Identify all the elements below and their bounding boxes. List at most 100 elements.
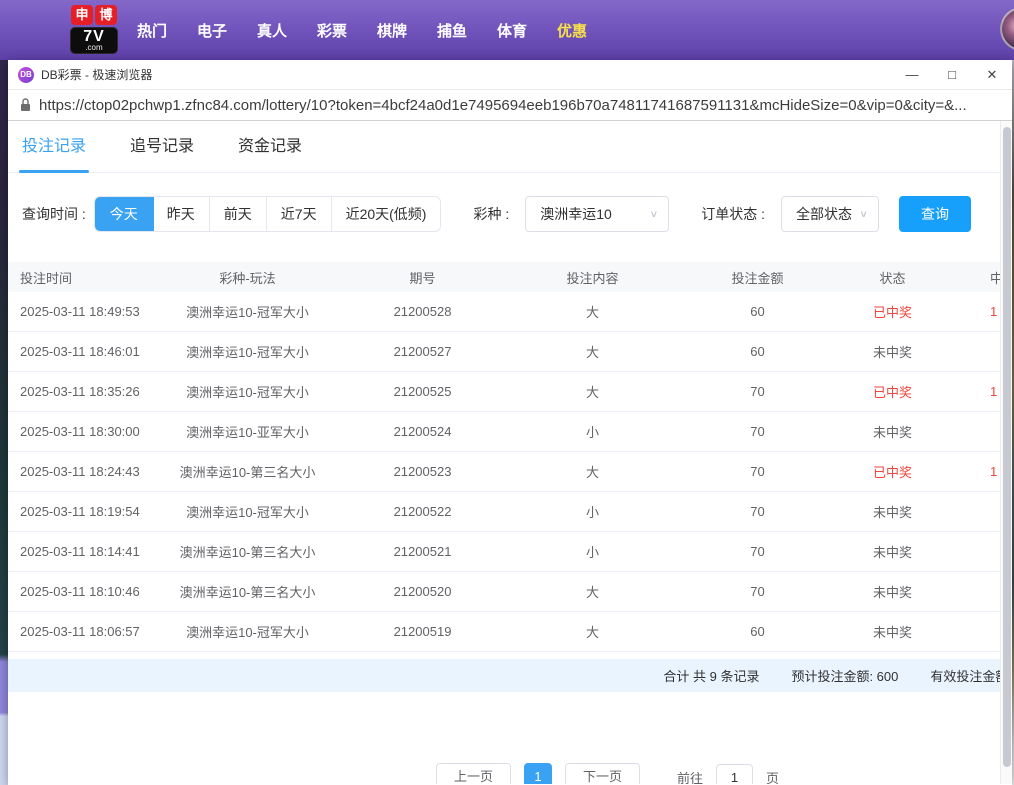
table-cell: 70 xyxy=(675,384,840,399)
table-cell: 已中奖 xyxy=(840,302,945,321)
top-nav: 热门 电子 真人 彩票 棋牌 捕鱼 体育 优惠 xyxy=(137,0,587,60)
table-cell: 小 xyxy=(510,542,675,561)
nav-item-捕鱼[interactable]: 捕鱼 xyxy=(437,20,467,41)
url-text: https://ctop02pchwp1.zfnc84.com/lottery/… xyxy=(39,97,1000,114)
table-cell: 澳洲幸运10-第三名大小 xyxy=(160,582,335,601)
table-cell: 未中奖 xyxy=(840,542,945,561)
lottery-select[interactable]: 澳洲幸运10 ∨ xyxy=(525,196,669,232)
filter-bar: 查询时间 : 今天昨天前天近7天近20天(低频) 彩种 : 澳洲幸运10 ∨ 订… xyxy=(22,196,1012,232)
nav-item-体育[interactable]: 体育 xyxy=(497,20,527,41)
tab-追号记录[interactable]: 追号记录 xyxy=(130,121,194,173)
browser-window: DB DB彩票 - 极速浏览器 — □ ✕ https://ctop02pchw… xyxy=(8,60,1012,785)
order-status-value: 全部状态 xyxy=(796,204,852,224)
tab-资金记录[interactable]: 资金记录 xyxy=(238,121,302,173)
column-header: 投注时间 xyxy=(8,268,160,287)
close-button[interactable]: ✕ xyxy=(984,67,1000,83)
tab-投注记录[interactable]: 投注记录 xyxy=(22,121,86,173)
table-cell: 2025-03-11 18:19:54 xyxy=(8,504,160,519)
table-cell: 小 xyxy=(510,422,675,441)
table-cell: 未中奖 xyxy=(840,422,945,441)
time-filter-label: 查询时间 : xyxy=(22,204,86,224)
bet-records-table: 投注时间彩种-玩法期号投注内容投注金额状态中奖金额 2025-03-11 18:… xyxy=(8,262,1012,652)
query-button[interactable]: 查询 xyxy=(899,196,971,232)
nav-item-优惠[interactable]: 优惠 xyxy=(557,20,587,41)
table-row: 2025-03-11 18:24:43澳洲幸运10-第三名大小21200523大… xyxy=(8,452,1012,492)
table-cell: 2025-03-11 18:10:46 xyxy=(8,584,160,599)
nav-item-棋牌[interactable]: 棋牌 xyxy=(377,20,407,41)
table-cell: 大 xyxy=(510,622,675,641)
next-page-button[interactable]: 下一页 xyxy=(565,763,640,784)
table-cell: 21200528 xyxy=(335,304,510,319)
background-page-left-edge xyxy=(0,60,8,785)
table-cell: 2025-03-11 18:49:53 xyxy=(8,304,160,319)
prev-page-button[interactable]: 上一页 xyxy=(436,763,511,784)
lottery-select-value: 澳洲幸运10 xyxy=(540,204,612,224)
vertical-scrollbar[interactable] xyxy=(1000,121,1012,784)
nav-item-热门[interactable]: 热门 xyxy=(137,20,167,41)
logo-char-1: 申 xyxy=(71,5,93,25)
column-header: 期号 xyxy=(335,268,510,287)
window-favicon: DB xyxy=(18,67,34,83)
table-cell: 澳洲幸运10-冠军大小 xyxy=(160,502,335,521)
table-cell: 70 xyxy=(675,544,840,559)
table-cell: 21200519 xyxy=(335,624,510,639)
current-page-button[interactable]: 1 xyxy=(524,763,552,784)
table-cell: 70 xyxy=(675,504,840,519)
column-header: 投注内容 xyxy=(510,268,675,287)
nav-item-电子[interactable]: 电子 xyxy=(197,20,227,41)
table-cell: 70 xyxy=(675,424,840,439)
table-cell: 21200522 xyxy=(335,504,510,519)
table-cell: 2025-03-11 18:14:41 xyxy=(8,544,160,559)
table-cell: 21200527 xyxy=(335,344,510,359)
table-cell: 21200521 xyxy=(335,544,510,559)
time-option-昨天[interactable]: 昨天 xyxy=(153,197,209,231)
site-topbar: 申 博 7V .com 热门 电子 真人 彩票 棋牌 捕鱼 体育 优惠 xyxy=(0,0,1014,60)
minimize-button[interactable]: — xyxy=(904,67,920,83)
summary-bar: 合计 共 9 条记录 预计投注金额: 600 有效投注金额: xyxy=(8,659,1012,692)
pagination: 上一页 1 下一页 前往 页 xyxy=(436,763,779,784)
table-cell: 已中奖 xyxy=(840,462,945,481)
maximize-button[interactable]: □ xyxy=(944,67,960,83)
chevron-down-icon: ∨ xyxy=(649,208,658,219)
table-cell: 未中奖 xyxy=(840,502,945,521)
table-cell: 60 xyxy=(675,624,840,639)
table-cell: 未中奖 xyxy=(840,582,945,601)
column-header: 状态 xyxy=(840,268,945,287)
table-cell: 澳洲幸运10-冠军大小 xyxy=(160,342,335,361)
column-header: 投注金额 xyxy=(675,268,840,287)
table-cell: 2025-03-11 18:06:57 xyxy=(8,624,160,639)
user-avatar[interactable] xyxy=(1000,7,1014,51)
table-cell: 小 xyxy=(510,502,675,521)
page-content: 投注记录追号记录资金记录 查询时间 : 今天昨天前天近7天近20天(低频) 彩种… xyxy=(8,121,1012,784)
address-bar[interactable]: https://ctop02pchwp1.zfnc84.com/lottery/… xyxy=(8,90,1012,121)
table-cell: 澳洲幸运10-冠军大小 xyxy=(160,622,335,641)
column-header: 彩种-玩法 xyxy=(160,268,335,287)
table-cell: 60 xyxy=(675,304,840,319)
time-option-前天[interactable]: 前天 xyxy=(209,197,266,231)
table-header: 投注时间彩种-玩法期号投注内容投注金额状态中奖金额 xyxy=(8,262,1012,292)
goto-page-input[interactable] xyxy=(716,764,753,785)
table-cell: 未中奖 xyxy=(840,622,945,641)
window-title: DB彩票 - 极速浏览器 xyxy=(41,66,152,83)
table-cell: 大 xyxy=(510,382,675,401)
nav-item-真人[interactable]: 真人 xyxy=(257,20,287,41)
table-cell: 澳洲幸运10-亚军大小 xyxy=(160,422,335,441)
lottery-filter-label: 彩种 : xyxy=(473,204,509,224)
time-option-近20天(低频)[interactable]: 近20天(低频) xyxy=(331,197,441,231)
time-option-今天[interactable]: 今天 xyxy=(94,196,154,232)
table-cell: 大 xyxy=(510,342,675,361)
table-cell: 澳洲幸运10-第三名大小 xyxy=(160,462,335,481)
table-cell: 21200523 xyxy=(335,464,510,479)
summary-expected-amount: 预计投注金额: 600 xyxy=(791,666,898,685)
site-logo[interactable]: 申 博 7V .com xyxy=(70,5,118,54)
summary-total: 合计 共 9 条记录 xyxy=(663,666,759,685)
table-row: 2025-03-11 18:30:00澳洲幸运10-亚军大小21200524小7… xyxy=(8,412,1012,452)
order-status-label: 订单状态 : xyxy=(701,204,765,224)
table-cell: 澳洲幸运10-第三名大小 xyxy=(160,542,335,561)
table-cell: 21200525 xyxy=(335,384,510,399)
order-status-select[interactable]: 全部状态 ∨ xyxy=(781,196,879,232)
scrollbar-thumb[interactable] xyxy=(1003,127,1011,767)
logo-char-2: 博 xyxy=(95,5,117,25)
nav-item-彩票[interactable]: 彩票 xyxy=(317,20,347,41)
time-option-近7天[interactable]: 近7天 xyxy=(266,197,331,231)
